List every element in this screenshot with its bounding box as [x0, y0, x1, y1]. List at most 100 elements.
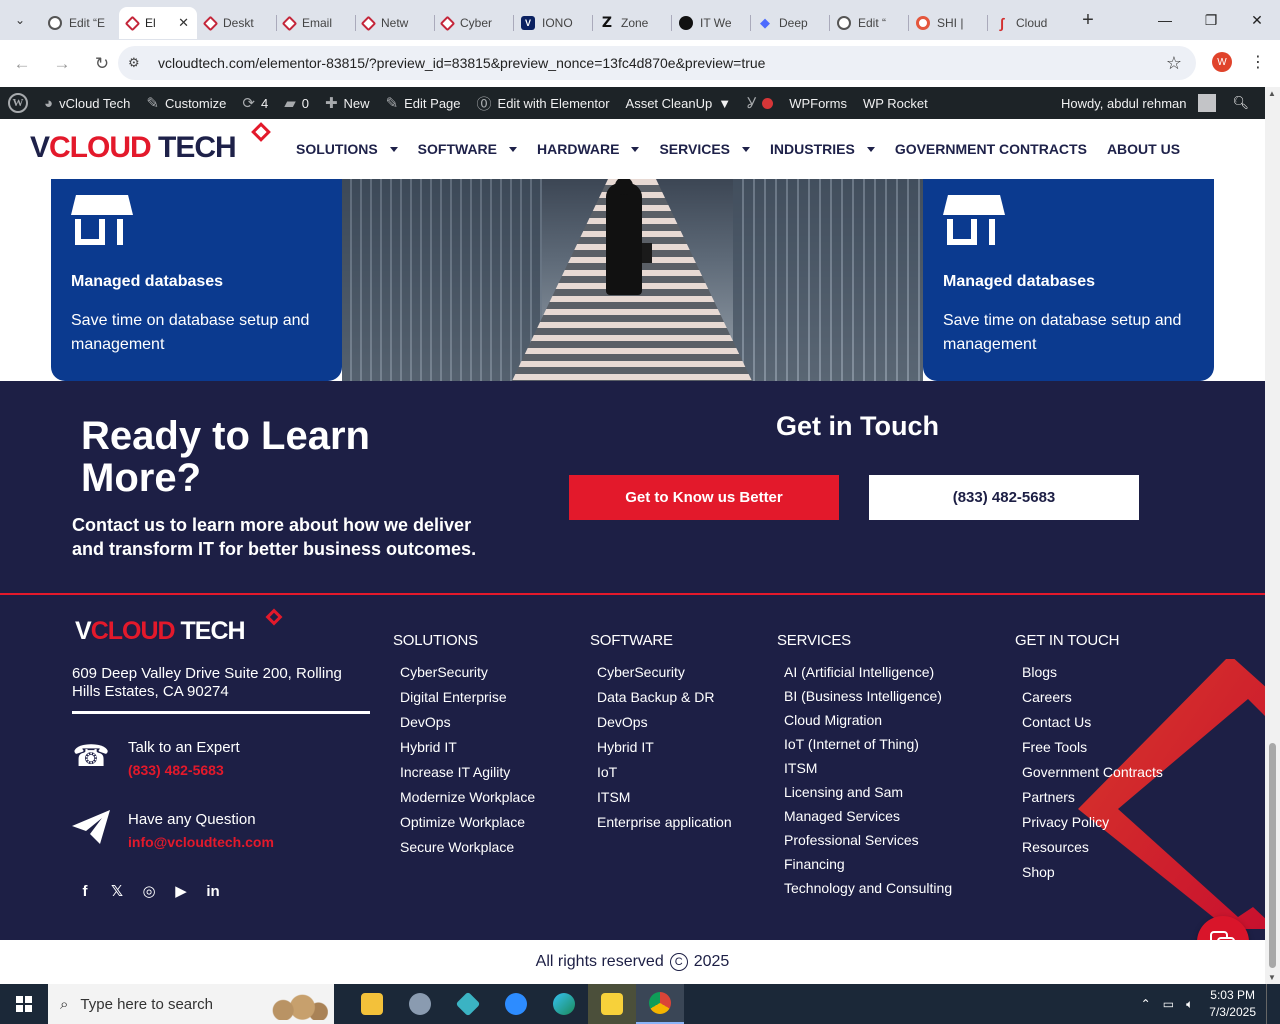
zoom-app[interactable] [492, 984, 540, 1024]
network-icon[interactable]: ▭ [1157, 997, 1180, 1011]
browser-tab[interactable]: IT We [671, 7, 750, 39]
restore-button[interactable]: ❐ [1188, 0, 1234, 40]
footer-email-link[interactable]: info@vcloudtech.com [128, 831, 274, 853]
new-content-menu[interactable]: ✚ New [317, 87, 378, 119]
wpforms-menu[interactable]: WPForms [781, 87, 855, 119]
get-to-know-button[interactable]: Get to Know us Better [569, 475, 839, 520]
yoast-menu[interactable]: Ỿ [739, 87, 781, 119]
instagram-icon[interactable]: ◎ [140, 882, 158, 900]
close-window-button[interactable]: ✕ [1234, 0, 1280, 40]
url-text[interactable]: vcloudtech.com/elementor-83815/?preview_… [158, 55, 765, 71]
nav-government-contracts[interactable]: GOVERNMENT CONTRACTS [885, 141, 1097, 157]
footer-link[interactable]: Digital Enterprise [400, 688, 535, 713]
x-icon[interactable]: 𝕏 [108, 882, 126, 900]
footer-link[interactable]: Privacy Policy [1022, 813, 1163, 838]
browser-tab[interactable]: Deskt [197, 7, 276, 39]
footer-link[interactable]: Partners [1022, 788, 1163, 813]
diamond-app[interactable] [444, 984, 492, 1024]
footer-link[interactable]: ITSM [784, 759, 952, 783]
footer-link[interactable]: Data Backup & DR [597, 688, 732, 713]
nav-software[interactable]: SOFTWARE [408, 141, 527, 157]
browser-tab[interactable]: El ✕ [119, 7, 197, 39]
footer-link[interactable]: Resources [1022, 838, 1163, 863]
taskbar-clock[interactable]: 5:03 PM 7/3/2025 [1199, 987, 1266, 1021]
start-button[interactable] [0, 984, 48, 1024]
edge-app[interactable] [540, 984, 588, 1024]
scroll-up-arrow-icon[interactable]: ▲ [1268, 89, 1276, 98]
nav-industries[interactable]: INDUSTRIES [760, 141, 885, 157]
edit-page-link[interactable]: ✎ Edit Page [378, 87, 469, 119]
footer-link[interactable]: Enterprise application [597, 813, 732, 838]
minimize-button[interactable]: — [1142, 0, 1188, 40]
footer-link[interactable]: IoT [597, 763, 732, 788]
footer-link[interactable]: DevOps [400, 713, 535, 738]
footer-link[interactable]: Secure Workplace [400, 838, 535, 863]
youtube-icon[interactable]: ▶ [172, 882, 190, 900]
footer-link[interactable]: IoT (Internet of Thing) [784, 735, 952, 759]
nav-hardware[interactable]: HARDWARE [527, 141, 649, 157]
volume-icon[interactable]: 🔈︎ [1180, 997, 1199, 1012]
footer-link[interactable]: Contact Us [1022, 713, 1163, 738]
facebook-icon[interactable]: f [76, 882, 94, 900]
footer-link[interactable]: Increase IT Agility [400, 763, 535, 788]
profile-avatar[interactable]: W [1212, 52, 1232, 72]
wp-rocket-menu[interactable]: WP Rocket [855, 87, 936, 119]
scroll-down-arrow-icon[interactable]: ▼ [1268, 973, 1276, 982]
file-explorer-app[interactable] [348, 984, 396, 1024]
new-tab-button[interactable]: + [1076, 9, 1100, 32]
browser-tab[interactable]: Email [276, 7, 355, 39]
phone-button[interactable]: (833) 482-5683 [869, 475, 1139, 520]
footer-link[interactable]: AI (Artificial Intelligence) [784, 663, 952, 687]
footer-link[interactable]: Technology and Consulting [784, 879, 952, 903]
show-desktop-button[interactable] [1266, 984, 1280, 1024]
nav-services[interactable]: SERVICES [649, 141, 760, 157]
footer-link[interactable]: Hybrid IT [400, 738, 535, 763]
footer-link[interactable]: BI (Business Intelligence) [784, 687, 952, 711]
reload-button[interactable]: ↻ [84, 46, 120, 82]
site-info-icon[interactable]: ⚙ [128, 55, 150, 71]
browser-tab[interactable]: ◆ Deep [750, 7, 829, 39]
back-button[interactable]: ← [4, 46, 40, 82]
footer-link[interactable]: Financing [784, 855, 952, 879]
nav-solutions[interactable]: SOLUTIONS [286, 141, 408, 157]
address-bar[interactable]: ⚙ vcloudtech.com/elementor-83815/?previe… [118, 46, 1196, 80]
chrome-app[interactable] [636, 984, 684, 1024]
tab-search-button[interactable]: ⌄ [0, 0, 40, 40]
footer-link[interactable]: CyberSecurity [597, 663, 732, 688]
footer-link[interactable]: Professional Services [784, 831, 952, 855]
browser-tab[interactable]: Z Zone [592, 7, 671, 39]
footer-link[interactable]: Hybrid IT [597, 738, 732, 763]
settings-tool-app[interactable] [396, 984, 444, 1024]
page-scrollbar[interactable]: ▲ ▼ [1265, 87, 1280, 984]
forward-button[interactable]: → [44, 46, 80, 82]
nav-about-us[interactable]: ABOUT US [1097, 141, 1190, 157]
tray-chevron-icon[interactable]: ⌃ [1135, 997, 1157, 1011]
scrollbar-thumb[interactable] [1269, 743, 1276, 968]
footer-link[interactable]: Shop [1022, 863, 1163, 888]
footer-logo[interactable]: VCLOUD TECH [75, 617, 246, 646]
sticky-notes-app[interactable] [588, 984, 636, 1024]
browser-tab[interactable]: SHI | [908, 7, 987, 39]
bookmark-star-icon[interactable]: ☆ [1166, 53, 1182, 74]
browser-tab[interactable]: Edit “E [40, 7, 119, 39]
browser-tab[interactable]: Cyber [434, 7, 513, 39]
site-name-menu[interactable]: ◕ vCloud Tech [36, 87, 138, 119]
footer-link[interactable]: CyberSecurity [400, 663, 535, 688]
browser-tab[interactable]: V IONO [513, 7, 592, 39]
footer-link[interactable]: Managed Services [784, 807, 952, 831]
wp-logo-menu[interactable]: W [0, 87, 36, 119]
browser-tab[interactable]: Netw [355, 7, 434, 39]
footer-link[interactable]: Blogs [1022, 663, 1163, 688]
admin-search-button[interactable]: 🔍︎ [1224, 87, 1257, 119]
footer-link[interactable]: Cloud Migration [784, 711, 952, 735]
footer-link[interactable]: ITSM [597, 788, 732, 813]
browser-menu-icon[interactable]: ⋮ [1250, 52, 1266, 72]
close-tab-icon[interactable]: ✕ [178, 15, 189, 31]
browser-tab[interactable]: Edit “ [829, 7, 908, 39]
footer-phone-link[interactable]: (833) 482-5683 [128, 759, 240, 781]
customize-link[interactable]: ✎ Customize [138, 87, 234, 119]
account-menu[interactable]: Howdy, abdul rehman [1053, 87, 1225, 119]
asset-cleanup-menu[interactable]: Asset CleanUp ▼ [618, 87, 740, 119]
linkedin-icon[interactable]: in [204, 882, 222, 900]
taskbar-search-box[interactable]: ⌕ Type here to search [48, 984, 334, 1024]
